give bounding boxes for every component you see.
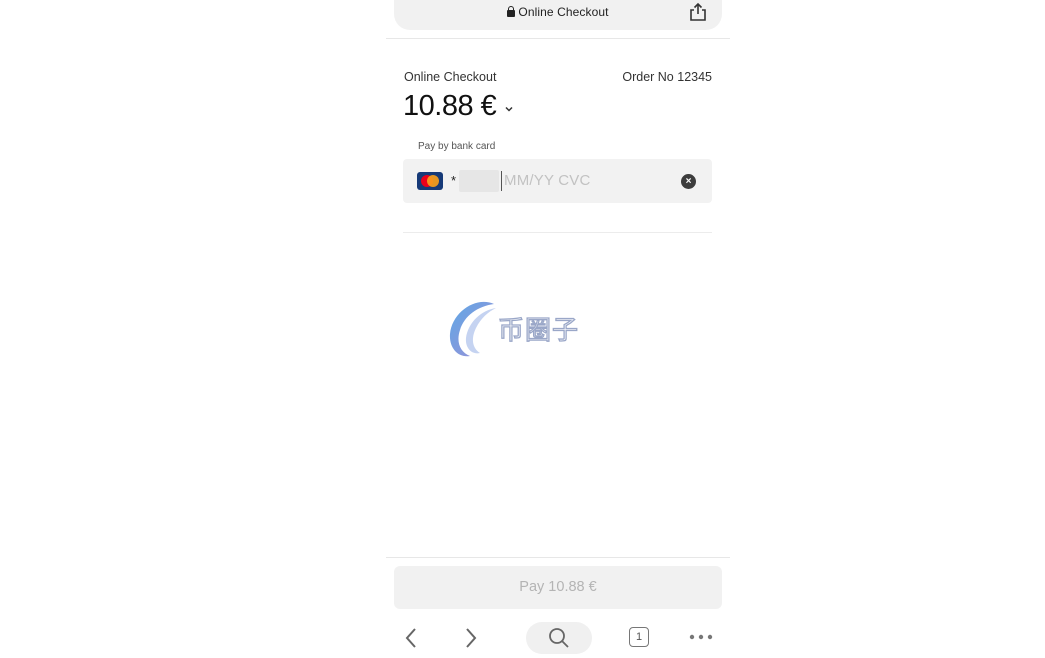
search-icon [549, 628, 569, 648]
url-bar-title: Online Checkout [394, 5, 722, 19]
expiry-cvc-input[interactable]: MM/YY CVC [504, 172, 591, 189]
order-number: Order No 12345 [622, 70, 712, 84]
url-title-text: Online Checkout [518, 5, 609, 19]
card-number-input[interactable]: * [451, 173, 456, 188]
checkout-title: Online Checkout [404, 70, 497, 84]
watermark-text: 币圈子 [497, 315, 580, 346]
browser-nav-bar: 1 [386, 618, 730, 658]
search-button[interactable] [526, 622, 592, 654]
amount-row[interactable]: 10.88 € [403, 90, 514, 123]
watermark-swirl-icon [449, 301, 496, 357]
card-number-redacted [459, 170, 499, 192]
lock-icon [507, 6, 516, 17]
clear-icon[interactable]: × [681, 174, 696, 189]
payment-method-label: Pay by bank card [418, 141, 496, 152]
mastercard-icon [417, 172, 443, 190]
watermark-logo: 币圈子 [446, 298, 606, 360]
share-icon[interactable] [688, 2, 708, 22]
more-icon[interactable] [688, 630, 714, 644]
text-caret [501, 171, 502, 191]
card-input-field[interactable]: * MM/YY CVC × [403, 159, 712, 203]
forward-icon[interactable] [462, 626, 480, 650]
url-bar[interactable]: Online Checkout [394, 0, 722, 30]
screen: Online Checkout Online Checkout Order No… [0, 0, 1045, 658]
tabs-icon[interactable]: 1 [629, 627, 649, 647]
back-icon[interactable] [402, 626, 420, 650]
top-divider [386, 38, 730, 39]
pay-button[interactable]: Pay 10.88 € [394, 566, 722, 609]
chevron-down-icon[interactable] [504, 104, 514, 114]
bottom-divider [386, 557, 730, 558]
section-divider [403, 232, 712, 233]
checkout-amount: 10.88 € [403, 90, 497, 122]
